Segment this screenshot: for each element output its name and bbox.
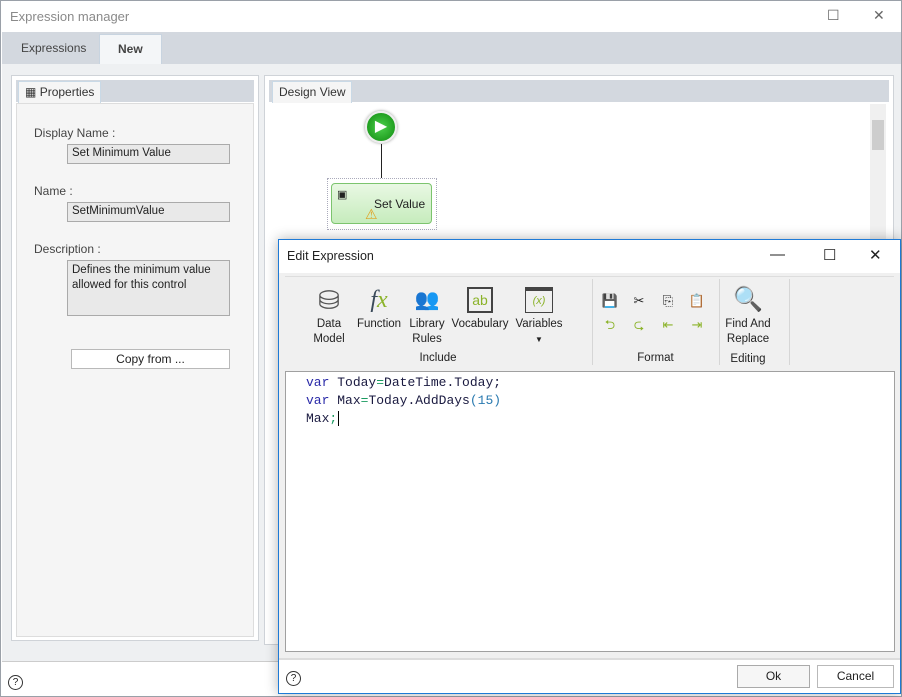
variables-icon: (x) (525, 287, 553, 313)
ok-button[interactable]: Ok (737, 665, 810, 688)
set-value-node[interactable]: ▣ Set Value ⚠ (331, 183, 432, 224)
properties-icon: ▦ (25, 85, 37, 99)
connector-line (381, 144, 382, 178)
display-name-field[interactable]: Set Minimum Value (67, 144, 230, 164)
save-icon[interactable]: 💾 (601, 293, 619, 309)
editing-group-label: Editing (730, 353, 766, 365)
library-rules-label: Library Rules (409, 318, 445, 345)
name-label: Name : (34, 184, 73, 198)
properties-panel: ▦ Properties Display Name : Set Minimum … (11, 75, 259, 641)
dialog-titlebar: Edit Expression — ☐ ✕ (279, 240, 900, 273)
scrollbar-thumb[interactable] (872, 120, 884, 150)
fx-icon: fx (370, 287, 388, 313)
redo-icon[interactable]: ⮎ (630, 317, 648, 333)
help-icon[interactable]: ? (8, 675, 23, 690)
node-label: Set Value (374, 197, 426, 211)
tab-expressions[interactable]: Expressions (3, 34, 104, 64)
include-group-label: Include (419, 352, 457, 364)
edit-expression-dialog: Edit Expression — ☐ ✕ ⛁ Data Model fx Fu… (278, 239, 901, 694)
warning-icon: ⚠ (365, 206, 378, 222)
variables-label: Variables (515, 318, 563, 330)
vocabulary-button[interactable]: ab Vocabulary (451, 283, 509, 332)
dialog-minimize-button[interactable]: — (770, 246, 785, 263)
ribbon: ⛁ Data Model fx Function 👥 Library Rules… (285, 276, 894, 366)
dialog-help-icon[interactable]: ? (286, 671, 301, 686)
paste-icon[interactable]: 📋 (688, 293, 706, 309)
cancel-button[interactable]: Cancel (817, 665, 894, 688)
properties-tab-label: Properties (39, 85, 95, 99)
data-model-button[interactable]: ⛁ Data Model (311, 283, 347, 347)
dialog-close-button[interactable]: ✕ (869, 246, 882, 264)
expression-editor[interactable]: var Today=DateTime.Today; var Max=Today.… (285, 371, 895, 652)
display-name-label: Display Name : (34, 126, 116, 140)
variables-button[interactable]: (x) Variables ▼ (515, 283, 563, 347)
dropdown-arrow-icon: ▼ (535, 335, 543, 344)
code-line: var Max=Today.AddDays(15) (306, 393, 502, 408)
text-cursor: ​ (338, 411, 340, 426)
dialog-title: Edit Expression (287, 249, 374, 263)
outdent-icon[interactable]: ⇤ (659, 317, 677, 333)
code-line: var Today=DateTime.Today; (306, 375, 502, 390)
library-rules-icon: 👥 (414, 289, 440, 311)
database-icon: ⛁ (318, 285, 340, 315)
find-and-replace-button[interactable]: 🔍 Find And Replace (721, 283, 775, 347)
maximize-button[interactable]: ☐ (827, 7, 840, 24)
properties-tab[interactable]: ▦ Properties (18, 81, 102, 103)
close-button[interactable]: ✕ (873, 7, 885, 24)
vocabulary-label: Vocabulary (451, 318, 509, 330)
data-model-label: Data Model (313, 318, 345, 345)
dialog-footer: ? Ok Cancel (279, 658, 900, 693)
vocabulary-icon: ab (467, 287, 493, 313)
function-button[interactable]: fx Function (355, 283, 403, 332)
node-window-icon: ▣ (337, 189, 348, 201)
description-field[interactable]: Defines the minimum value allowed for th… (67, 260, 230, 316)
window-title: Expression manager (10, 9, 130, 24)
start-node-play-icon[interactable]: ▶ (365, 111, 397, 143)
indent-icon[interactable]: ⇥ (688, 317, 706, 333)
dialog-maximize-button[interactable]: ☐ (823, 246, 836, 264)
copy-from-button[interactable]: Copy from ... (71, 349, 230, 369)
design-view-header (269, 80, 889, 102)
group-separator (719, 279, 720, 365)
design-view-tab[interactable]: Design View (272, 81, 353, 103)
function-label: Function (356, 318, 402, 330)
cut-icon[interactable]: ✂ (630, 293, 648, 309)
find-replace-label: Find And Replace (725, 318, 771, 345)
code-line: Max;​ (306, 411, 340, 426)
name-field[interactable]: SetMinimumValue (67, 202, 230, 222)
group-separator (789, 279, 790, 365)
library-rules-button[interactable]: 👥 Library Rules (407, 283, 447, 347)
format-group-label: Format (637, 352, 674, 364)
find-replace-icon: 🔍 (733, 286, 763, 313)
undo-icon[interactable]: ⮌ (601, 317, 619, 333)
tab-new[interactable]: New (99, 34, 162, 64)
copy-icon[interactable]: ⎘ (659, 293, 677, 309)
description-label: Description : (34, 242, 101, 256)
